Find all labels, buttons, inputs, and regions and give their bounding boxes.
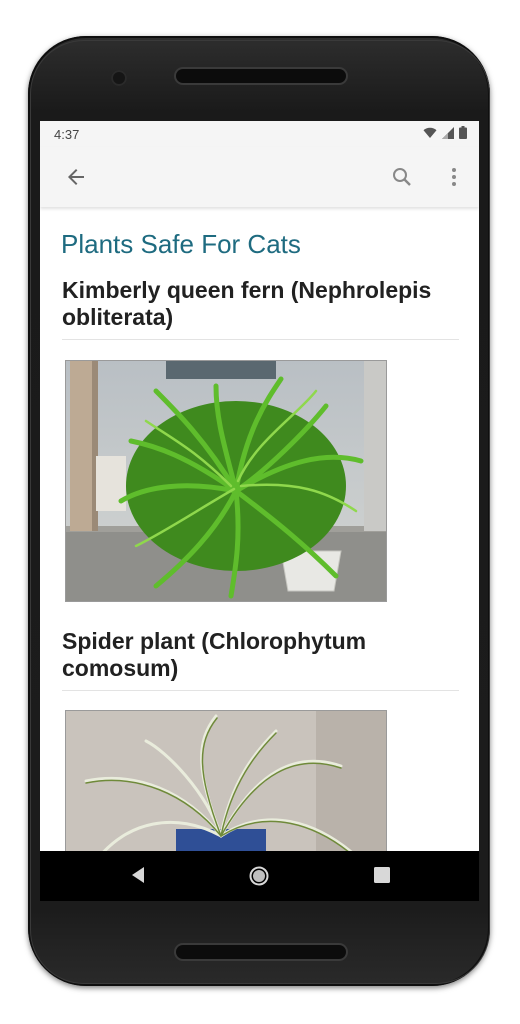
- spider-plant-image: [65, 710, 387, 851]
- fern-image: [65, 360, 387, 602]
- plant-heading-fern: Kimberly queen fern (Nephrolepis obliter…: [62, 277, 432, 330]
- back-arrow-icon[interactable]: [64, 165, 88, 189]
- page-title: Plants Safe For Cats: [61, 229, 301, 259]
- home-circle-icon[interactable]: [248, 865, 270, 887]
- battery-icon: [459, 126, 467, 139]
- status-bar: 4:37: [40, 121, 479, 147]
- earpiece-speaker: [176, 69, 346, 83]
- status-time: 4:37: [54, 127, 80, 142]
- wifi-icon: [423, 127, 437, 138]
- front-camera: [111, 70, 127, 86]
- divider: [62, 690, 459, 691]
- content-scroll[interactable]: Plants Safe For Cats Kimberly queen fern…: [40, 207, 479, 851]
- bottom-speaker: [176, 945, 346, 959]
- navigation-bar: [40, 851, 479, 901]
- status-icons: [423, 126, 467, 139]
- divider: [62, 339, 459, 340]
- recents-square-icon[interactable]: [372, 865, 392, 885]
- app-bar: [40, 147, 479, 207]
- signal-icon: [442, 126, 454, 139]
- more-vert-icon[interactable]: [442, 165, 466, 189]
- plant-heading-spider: Spider plant (Chlorophytum comosum): [62, 628, 367, 681]
- back-triangle-icon[interactable]: [128, 865, 148, 885]
- screen: 4:37 Plants Safe For Cats Kimberly queen…: [40, 121, 479, 901]
- search-icon[interactable]: [390, 165, 414, 189]
